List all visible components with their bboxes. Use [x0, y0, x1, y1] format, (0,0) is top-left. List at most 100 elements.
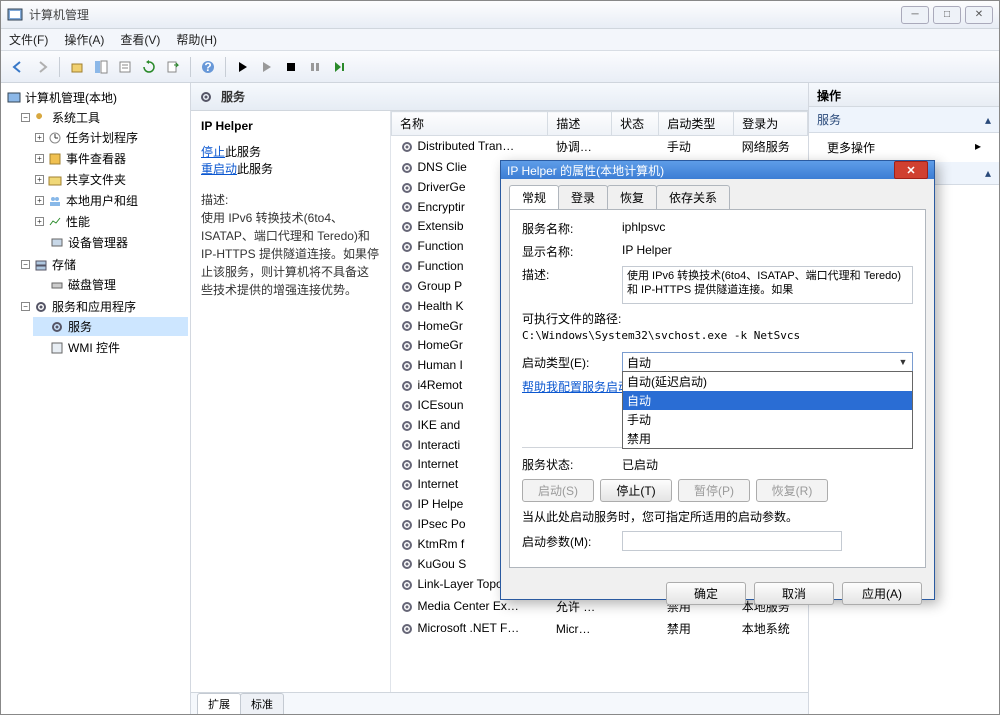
svg-text:?: ?	[204, 60, 211, 74]
col-logon[interactable]: 登录为	[734, 112, 808, 136]
export-button[interactable]	[162, 56, 184, 78]
gear-icon	[400, 600, 414, 614]
minimize-button[interactable]: ─	[901, 6, 929, 24]
gear-icon	[400, 260, 414, 274]
dialog-title: IP Helper 的属性(本地计算机)	[507, 162, 894, 179]
gear-icon	[400, 518, 414, 532]
option-manual[interactable]: 手动	[623, 410, 912, 429]
menu-file[interactable]: 文件(F)	[9, 31, 48, 48]
refresh-button[interactable]	[138, 56, 160, 78]
ok-button[interactable]: 确定	[666, 582, 746, 605]
actions-section-services[interactable]: 服务▴	[809, 107, 999, 133]
gear-icon	[400, 578, 414, 592]
startup-type-combo[interactable]: 自动▼ 自动(延迟启动) 自动 手动 禁用	[622, 352, 913, 372]
display-name-label: 显示名称:	[522, 243, 622, 260]
desc-label: 描述:	[201, 191, 380, 209]
tree-services[interactable]: 服务	[68, 318, 92, 335]
stop-link[interactable]: 停止	[201, 145, 225, 159]
menubar: 文件(F) 操作(A) 查看(V) 帮助(H)	[1, 29, 999, 51]
svc-play-icon[interactable]	[256, 56, 278, 78]
tab-logon[interactable]: 登录	[558, 185, 608, 209]
tree-device-manager[interactable]: 设备管理器	[68, 234, 128, 251]
col-startup[interactable]: 启动类型	[659, 112, 734, 136]
tree-system-tools[interactable]: 系统工具	[52, 109, 100, 126]
description-box[interactable]: 使用 IPv6 转换技术(6to4、ISATAP、端口代理和 Teredo)和 …	[622, 266, 913, 304]
col-desc[interactable]: 描述	[548, 112, 612, 136]
tab-standard[interactable]: 标准	[240, 693, 284, 714]
gear-icon	[50, 320, 64, 334]
expand-icon[interactable]: +	[35, 217, 44, 226]
cancel-button[interactable]: 取消	[754, 582, 834, 605]
back-button[interactable]	[7, 56, 29, 78]
gear-icon	[400, 300, 414, 314]
table-row[interactable]: Distributed Tran…协调…手动网络服务	[392, 136, 808, 158]
svc-start-icon[interactable]	[232, 56, 254, 78]
computer-icon	[7, 91, 21, 105]
col-status[interactable]: 状态	[612, 112, 659, 136]
forward-button[interactable]	[31, 56, 53, 78]
dialog-body: 服务名称:iphlpsvc 显示名称:IP Helper 描述:使用 IPv6 …	[509, 209, 926, 568]
menu-help[interactable]: 帮助(H)	[176, 31, 217, 48]
exe-path-label: 可执行文件的路径:	[522, 312, 621, 326]
collapse-icon[interactable]: −	[21, 302, 30, 311]
startup-type-selected: 自动	[627, 354, 651, 371]
tab-recovery[interactable]: 恢复	[607, 185, 657, 209]
show-hide-tree-button[interactable]	[90, 56, 112, 78]
svc-restart-icon[interactable]	[328, 56, 350, 78]
properties-icon[interactable]	[114, 56, 136, 78]
tree-event-viewer[interactable]: 事件查看器	[66, 150, 126, 167]
restart-link[interactable]: 重启动	[201, 162, 237, 176]
up-button[interactable]	[66, 56, 88, 78]
device-icon	[50, 236, 64, 250]
table-row[interactable]: Microsoft .NET F…Micr…禁用本地系统	[392, 618, 808, 640]
menu-view[interactable]: 查看(V)	[120, 31, 160, 48]
option-auto[interactable]: 自动	[623, 391, 912, 410]
expand-icon[interactable]: +	[35, 175, 44, 184]
menu-action[interactable]: 操作(A)	[64, 31, 104, 48]
help-button[interactable]: ?	[197, 56, 219, 78]
tab-general[interactable]: 常规	[509, 185, 559, 209]
tab-extended[interactable]: 扩展	[197, 693, 241, 714]
start-params-input[interactable]	[622, 531, 842, 551]
maximize-button[interactable]: □	[933, 6, 961, 24]
tree-svc-and-apps[interactable]: 服务和应用程序	[52, 298, 136, 315]
pause-button: 暂停(P)	[678, 479, 750, 502]
tree-task-scheduler[interactable]: 任务计划程序	[66, 129, 138, 146]
gear-icon	[400, 419, 414, 433]
collapse-arrow-icon: ▴	[985, 166, 991, 180]
option-disabled[interactable]: 禁用	[623, 429, 912, 448]
expand-icon[interactable]: +	[35, 154, 44, 163]
svc-stop-icon[interactable]	[280, 56, 302, 78]
tree-performance[interactable]: 性能	[66, 213, 90, 230]
service-status-label: 服务状态:	[522, 456, 622, 473]
option-auto-delayed[interactable]: 自动(延迟启动)	[623, 372, 912, 391]
close-button[interactable]: ✕	[965, 6, 993, 24]
tree-local-users[interactable]: 本地用户和组	[66, 192, 138, 209]
gear-icon	[400, 557, 414, 571]
service-name-value: iphlpsvc	[622, 220, 913, 234]
resume-button: 恢复(R)	[756, 479, 828, 502]
collapse-icon[interactable]: −	[21, 113, 30, 122]
tab-dependencies[interactable]: 依存关系	[656, 185, 730, 209]
tree-pane: 计算机管理(本地) − 系统工具 + 任务计划程序 + 事件查看器 + 共享文件夹 + 本…	[1, 83, 191, 714]
app-icon	[7, 7, 23, 23]
col-name[interactable]: 名称	[392, 112, 548, 136]
tree-wmi[interactable]: WMI 控件	[68, 339, 120, 356]
apply-button[interactable]: 应用(A)	[842, 582, 922, 605]
dialog-close-button[interactable]: ✕	[894, 161, 928, 179]
expand-icon[interactable]: +	[35, 196, 44, 205]
actions-more[interactable]: 更多操作▸	[809, 133, 999, 162]
toolbar: ?	[1, 51, 999, 83]
dialog-titlebar[interactable]: IP Helper 的属性(本地计算机) ✕	[501, 161, 934, 179]
stop-button[interactable]: 停止(T)	[600, 479, 672, 502]
startup-hint: 当从此处启动服务时，您可指定所适用的启动参数。	[522, 508, 913, 525]
tree-shared-folders[interactable]: 共享文件夹	[66, 171, 126, 188]
display-name-value: IP Helper	[622, 243, 913, 257]
collapse-icon[interactable]: −	[21, 260, 30, 269]
tree-disk-mgmt[interactable]: 磁盘管理	[68, 276, 116, 293]
gear-icon	[400, 478, 414, 492]
svc-pause-icon[interactable]	[304, 56, 326, 78]
expand-icon[interactable]: +	[35, 133, 44, 142]
tree-storage[interactable]: 存储	[52, 256, 76, 273]
tree-root[interactable]: 计算机管理(本地)	[25, 89, 117, 106]
